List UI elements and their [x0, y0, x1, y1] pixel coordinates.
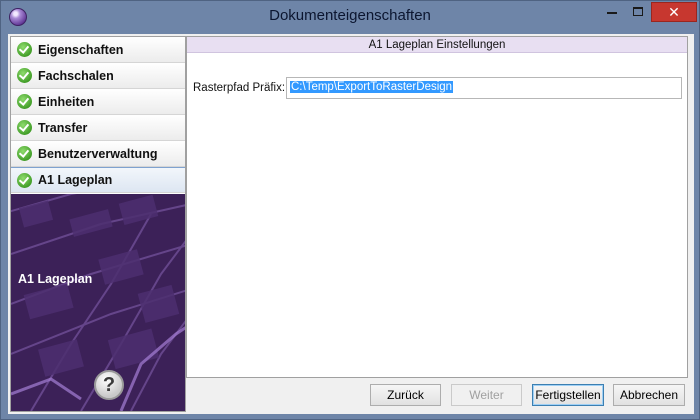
- cancel-button[interactable]: Abbrechen: [613, 384, 685, 406]
- sidebar-item-einheiten[interactable]: Einheiten: [11, 89, 185, 115]
- close-button[interactable]: ✕: [651, 2, 697, 22]
- sidebar-item-label: Einheiten: [38, 94, 95, 109]
- help-button[interactable]: ?: [94, 370, 124, 400]
- sidebar-item-eigenschaften[interactable]: Eigenschaften: [11, 37, 185, 63]
- close-icon: ✕: [668, 4, 680, 20]
- dialog-client-area: Eigenschaften Fachschalen Einheiten Tran…: [8, 34, 694, 414]
- raster-prefix-input[interactable]: C:\Temp\ExportToRasterDesign: [286, 77, 682, 99]
- raster-prefix-label: Rasterpfad Präfix:: [193, 82, 286, 94]
- finish-button[interactable]: Fertigstellen: [532, 384, 604, 406]
- green-check-icon: [17, 68, 32, 83]
- settings-panel: A1 Lageplan Einstellungen Rasterpfad Prä…: [186, 36, 688, 378]
- green-check-icon: [17, 42, 32, 57]
- sidebar-banner-image: A1 Lageplan ?: [11, 194, 185, 411]
- minimize-icon: [607, 12, 617, 14]
- sidebar-item-label: Fachschalen: [38, 68, 114, 83]
- panel-title: A1 Lageplan Einstellungen: [187, 37, 687, 53]
- sidebar-item-label: Eigenschaften: [38, 42, 124, 57]
- minimize-button[interactable]: [599, 2, 625, 22]
- green-check-icon: [17, 120, 32, 135]
- green-check-icon: [17, 172, 32, 188]
- next-button[interactable]: Weiter: [451, 384, 522, 406]
- maximize-icon: [633, 7, 643, 16]
- title-bar[interactable]: Dokumenteigenschaften ✕: [1, 1, 699, 34]
- sidebar-item-transfer[interactable]: Transfer: [11, 115, 185, 141]
- sidebar: Eigenschaften Fachschalen Einheiten Tran…: [10, 36, 186, 412]
- green-check-icon: [17, 94, 32, 109]
- dialog-window: Dokumenteigenschaften ✕ Eigenschaften Fa…: [0, 0, 700, 420]
- sidebar-item-benutzerverwaltung[interactable]: Benutzerverwaltung: [11, 141, 185, 167]
- maximize-button[interactable]: [625, 2, 651, 22]
- sidebar-item-a1-lageplan[interactable]: A1 Lageplan: [11, 167, 185, 193]
- sidebar-item-fachschalen[interactable]: Fachschalen: [11, 63, 185, 89]
- sidebar-item-label: Transfer: [38, 120, 88, 135]
- window-title: Dokumenteigenschaften: [269, 7, 431, 24]
- question-mark-icon: ?: [102, 374, 116, 396]
- sidebar-item-label: A1 Lageplan: [38, 173, 113, 187]
- banner-caption: A1 Lageplan: [18, 272, 93, 286]
- sidebar-item-label: Benutzerverwaltung: [38, 146, 158, 161]
- green-check-icon: [17, 146, 32, 161]
- sidebar-list: Eigenschaften Fachschalen Einheiten Tran…: [11, 37, 185, 193]
- back-button[interactable]: Zurück: [370, 384, 441, 406]
- raster-prefix-value: C:\Temp\ExportToRasterDesign: [290, 81, 454, 93]
